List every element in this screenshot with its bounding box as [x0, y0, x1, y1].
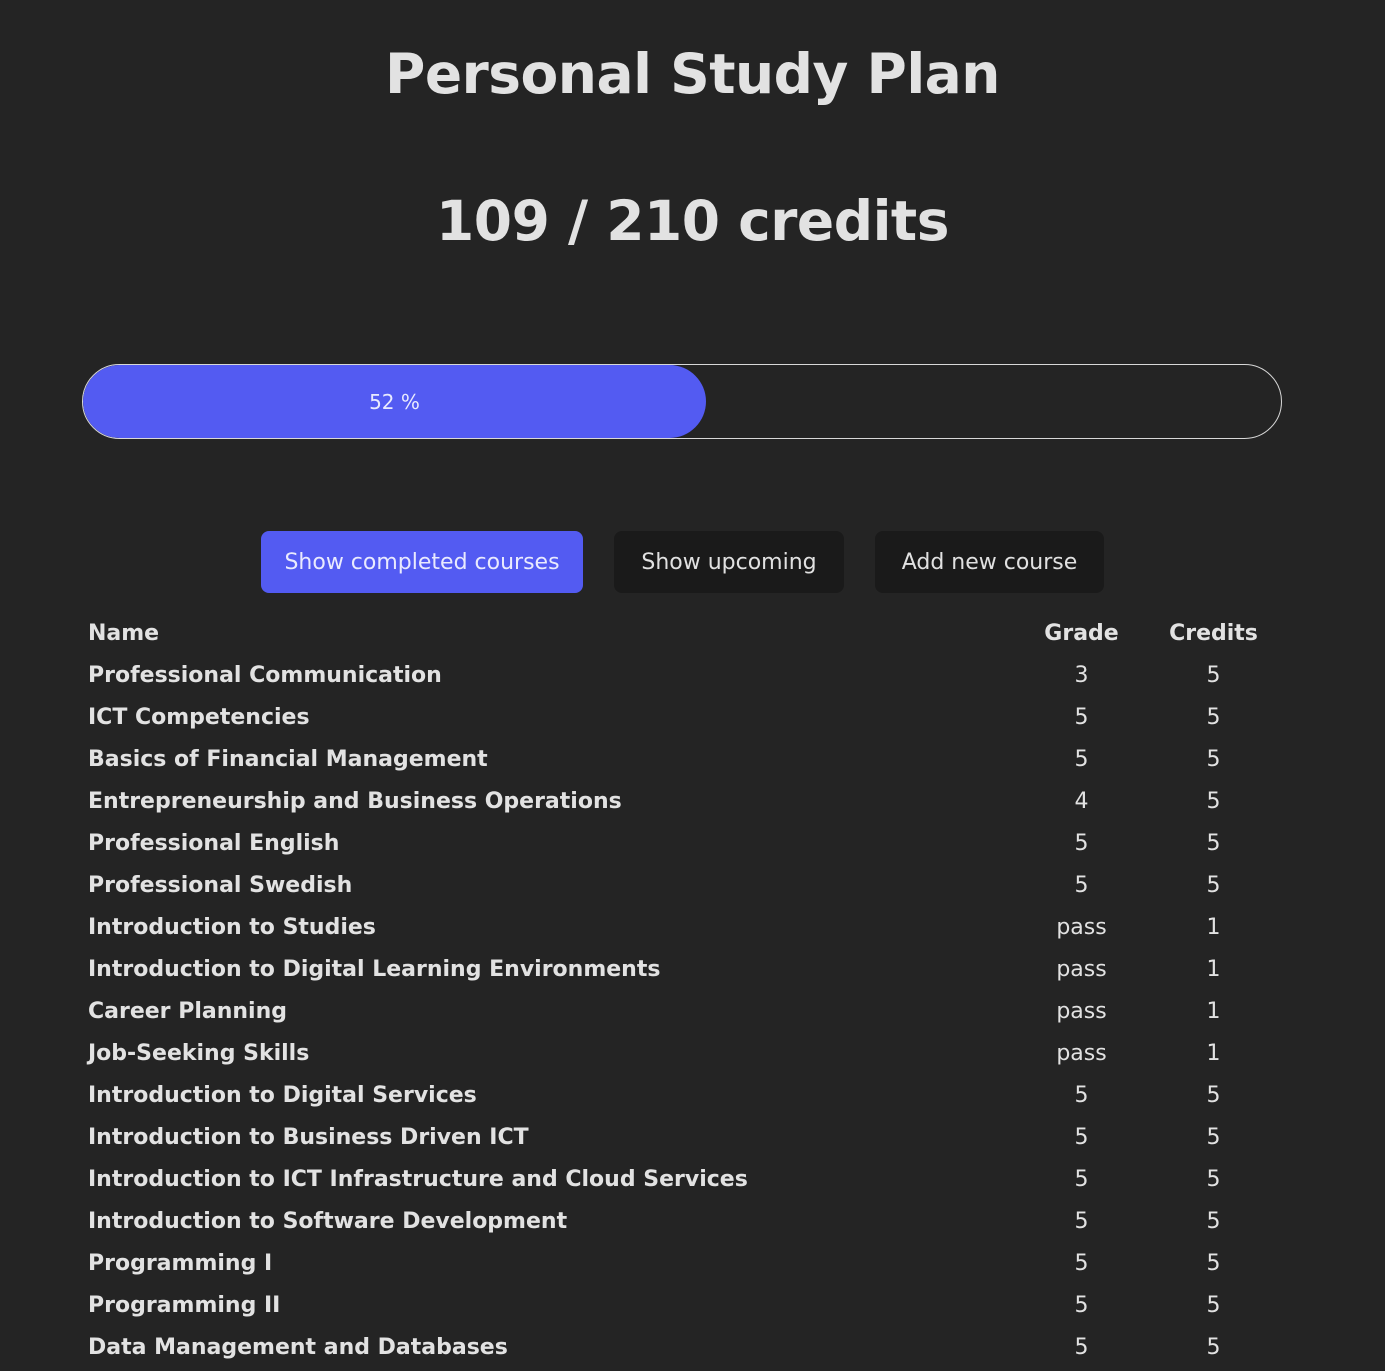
table-row: Introduction to Digital Services 5 5 [82, 1074, 1282, 1116]
course-credits: 5 [1206, 788, 1221, 814]
course-name: Programming I [88, 1250, 273, 1276]
view-controls: Show completed courses Show upcoming Add… [0, 531, 1385, 593]
course-grade: 5 [1074, 1334, 1089, 1360]
table-row: Professional Swedish 5 5 [82, 864, 1282, 906]
course-credits: 5 [1206, 830, 1221, 856]
course-credits: 5 [1206, 872, 1221, 898]
table-row: Programming I 5 5 [82, 1242, 1282, 1284]
course-grade: 5 [1074, 704, 1089, 730]
table-row: Job-Seeking Skills pass 1 [82, 1032, 1282, 1074]
table-row: Basics of Financial Management 5 5 [82, 738, 1282, 780]
course-name: Introduction to Digital Services [88, 1082, 477, 1108]
table-row: Introduction to Digital Learning Environ… [82, 948, 1282, 990]
course-credits: 5 [1206, 746, 1221, 772]
course-name: Job-Seeking Skills [88, 1040, 310, 1066]
course-name: Career Planning [88, 998, 287, 1024]
course-credits: 5 [1206, 1124, 1221, 1150]
table-row: Professional English 5 5 [82, 822, 1282, 864]
course-grade: 5 [1074, 746, 1089, 772]
course-grade: 5 [1074, 1250, 1089, 1276]
header-credits: Credits [1169, 620, 1258, 646]
show-completed-button[interactable]: Show completed courses [261, 531, 583, 593]
table-row: Introduction to Business Driven ICT 5 5 [82, 1116, 1282, 1158]
course-credits: 1 [1206, 998, 1221, 1024]
courses-table: Name Grade Credits Professional Communic… [82, 612, 1282, 1368]
course-name: ICT Competencies [88, 704, 310, 730]
show-upcoming-button[interactable]: Show upcoming [614, 531, 844, 593]
course-credits: 5 [1206, 1082, 1221, 1108]
progress-label: 52 % [369, 389, 420, 414]
table-row: Career Planning pass 1 [82, 990, 1282, 1032]
table-row: Introduction to Studies pass 1 [82, 906, 1282, 948]
course-name: Programming II [88, 1292, 281, 1318]
course-grade: 5 [1074, 1124, 1089, 1150]
page-title: Personal Study Plan [385, 42, 1000, 106]
course-credits: 1 [1206, 914, 1221, 940]
course-credits: 5 [1206, 662, 1221, 688]
course-credits: 5 [1206, 1292, 1221, 1318]
course-credits: 1 [1206, 956, 1221, 982]
table-row: Introduction to ICT Infrastructure and C… [82, 1158, 1282, 1200]
course-grade: 5 [1074, 1208, 1089, 1234]
course-grade: pass [1056, 998, 1107, 1024]
course-grade: pass [1056, 914, 1107, 940]
course-credits: 1 [1206, 1040, 1221, 1066]
course-name: Introduction to ICT Infrastructure and C… [88, 1166, 748, 1192]
progress-fill: 52 % [83, 365, 706, 438]
table-row: Professional Communication 3 5 [82, 654, 1282, 696]
course-name: Professional Swedish [88, 872, 353, 898]
header-grade: Grade [1044, 620, 1119, 646]
table-row: Programming II 5 5 [82, 1284, 1282, 1326]
table-row: ICT Competencies 5 5 [82, 696, 1282, 738]
course-grade: 4 [1074, 788, 1089, 814]
course-name: Basics of Financial Management [88, 746, 488, 772]
course-credits: 5 [1206, 1166, 1221, 1192]
course-grade: 5 [1074, 1292, 1089, 1318]
course-credits: 5 [1206, 704, 1221, 730]
add-new-course-button[interactable]: Add new course [875, 531, 1104, 593]
course-name: Introduction to Digital Learning Environ… [88, 956, 661, 982]
course-credits: 5 [1206, 1334, 1221, 1360]
course-grade: 5 [1074, 872, 1089, 898]
course-grade: pass [1056, 1040, 1107, 1066]
course-grade: 3 [1074, 662, 1089, 688]
table-row: Data Management and Databases 5 5 [82, 1326, 1282, 1368]
course-grade: pass [1056, 956, 1107, 982]
course-name: Data Management and Databases [88, 1334, 508, 1360]
course-name: Introduction to Software Development [88, 1208, 568, 1234]
header-name: Name [88, 620, 160, 646]
course-credits: 5 [1206, 1250, 1221, 1276]
course-name: Introduction to Business Driven ICT [88, 1124, 529, 1150]
course-grade: 5 [1074, 1082, 1089, 1108]
course-name: Introduction to Studies [88, 914, 376, 940]
course-name: Entrepreneurship and Business Operations [88, 788, 622, 814]
course-name: Professional Communication [88, 662, 442, 688]
course-credits: 5 [1206, 1208, 1221, 1234]
course-name: Professional English [88, 830, 340, 856]
table-row: Introduction to Software Development 5 5 [82, 1200, 1282, 1242]
course-grade: 5 [1074, 1166, 1089, 1192]
table-header-row: Name Grade Credits [82, 612, 1282, 654]
credits-total: 109 / 210 credits [436, 189, 949, 253]
table-row: Entrepreneurship and Business Operations… [82, 780, 1282, 822]
course-grade: 5 [1074, 830, 1089, 856]
progress-bar: 52 % [82, 364, 1282, 439]
